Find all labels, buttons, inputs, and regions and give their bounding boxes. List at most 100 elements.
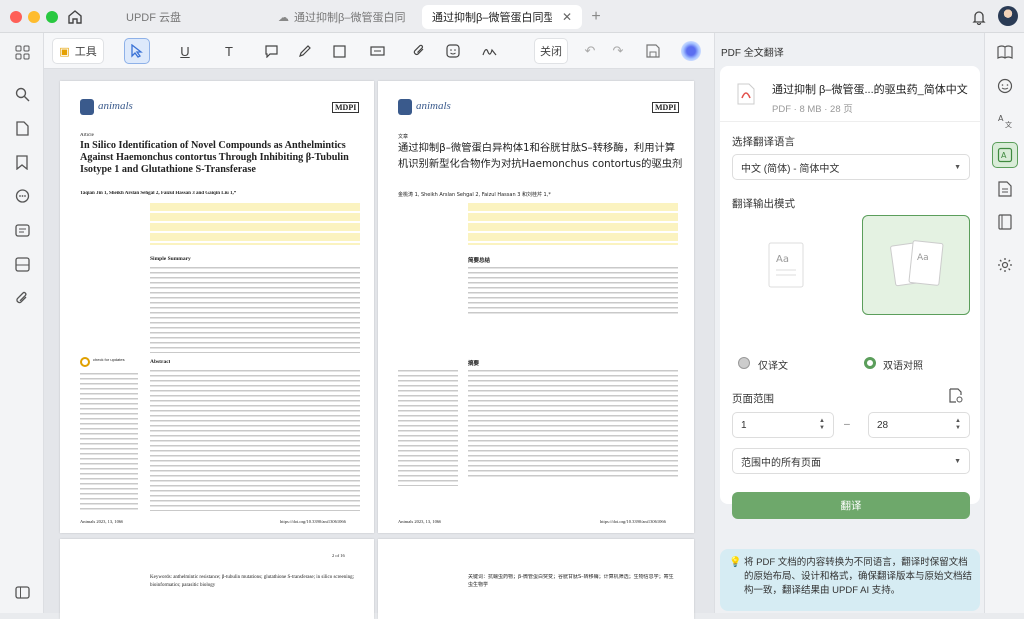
- sidebar-metadata: [398, 368, 458, 486]
- thumbnails-icon[interactable]: [12, 42, 32, 62]
- ai-assistant-button[interactable]: [678, 38, 704, 64]
- highlighter-tool-button[interactable]: [292, 38, 318, 64]
- settings-icon[interactable]: [994, 254, 1016, 276]
- minimize-window-button[interactable]: [28, 11, 40, 23]
- signature-tool-button[interactable]: [476, 38, 502, 64]
- pen-icon: [299, 45, 311, 57]
- mode-option-bilingual[interactable]: Aa: [862, 215, 970, 315]
- range-to-stepper[interactable]: 28 ▲ ▼: [868, 412, 970, 438]
- underline-tool-button[interactable]: U: [172, 38, 198, 64]
- svg-text:文: 文: [1005, 120, 1012, 128]
- cursor-icon: [131, 44, 143, 58]
- speech-bubble-icon: [264, 45, 278, 58]
- underline-icon: U: [180, 43, 190, 59]
- range-to-value: 28: [877, 419, 889, 431]
- tab-cloud[interactable]: UPDF 云盘: [116, 5, 266, 29]
- select-tool-button[interactable]: [124, 38, 150, 64]
- journal-logo-icon: [80, 99, 94, 115]
- textbox-icon: [369, 46, 385, 56]
- translate-button[interactable]: 翻译: [732, 492, 970, 519]
- notification-bell-icon[interactable]: [968, 6, 990, 28]
- publisher-logo: MDPI: [332, 102, 360, 113]
- document-viewer[interactable]: animals MDPI Article In Silico Identific…: [44, 69, 714, 619]
- home-icon[interactable]: [64, 6, 86, 28]
- translate-icon[interactable]: A: [992, 142, 1018, 168]
- new-tab-icon[interactable]: +: [586, 7, 606, 27]
- layers-icon[interactable]: [12, 254, 32, 274]
- zoom-window-button[interactable]: [46, 11, 58, 23]
- svg-text:Aa: Aa: [776, 254, 789, 265]
- journal-name: animals: [98, 100, 133, 112]
- language-value: 中文 (简体) - 简体中文: [741, 163, 840, 175]
- stepper-arrows-icon: ▲ ▼: [819, 418, 825, 431]
- undo-button[interactable]: ↶: [578, 38, 602, 64]
- radio-bilingual[interactable]: [864, 357, 876, 369]
- sidebar-metadata: [80, 371, 138, 511]
- single-document-icon: Aa: [768, 242, 804, 288]
- check-updates-label: check for updates: [93, 357, 125, 362]
- page-range-label: 页面范围: [732, 393, 774, 405]
- simple-summary-heading: Simple Summary: [150, 256, 191, 262]
- dropdown-icon: ▼: [954, 163, 961, 171]
- search-icon[interactable]: [12, 84, 32, 104]
- language-select[interactable]: 中文 (简体) - 简体中文 ▼: [732, 154, 970, 180]
- tools-button[interactable]: ▣ 工具: [52, 38, 104, 64]
- article-type: Article: [80, 133, 94, 138]
- bilingual-label: 双语对照: [883, 361, 923, 372]
- range-from-stepper[interactable]: 1 ▲ ▼: [732, 412, 834, 438]
- page-footer-right: https://doi.org/10.3390/ani13061066: [600, 519, 666, 524]
- textbox-tool-button[interactable]: [364, 38, 390, 64]
- text-icon: T: [225, 43, 233, 59]
- abstract-heading: Abstract: [150, 359, 171, 365]
- close-tab-icon[interactable]: ✕: [562, 10, 572, 24]
- svg-text:Aa: Aa: [917, 253, 929, 263]
- close-tools-button[interactable]: 关闭: [534, 38, 568, 64]
- info-text: 将 PDF 文档的内容转换为不同语言，翻译时保留文档的原始布局、设计和格式，确保…: [744, 557, 973, 596]
- mode-option-translation-only[interactable]: Aa: [736, 218, 839, 314]
- ai-chat-icon[interactable]: [994, 75, 1016, 97]
- pages-icon[interactable]: [12, 118, 32, 138]
- abstract-heading: 摘要: [468, 361, 480, 367]
- tab-document-1[interactable]: ☁ 通过抑制β–微管蛋白同: [268, 5, 418, 29]
- stamp-icon[interactable]: [12, 220, 32, 240]
- affiliations: [150, 203, 360, 245]
- left-sidebar: [0, 33, 44, 613]
- keywords: Keywords: anthelmintic resistance; β-tub…: [150, 575, 355, 588]
- book-icon[interactable]: [994, 211, 1016, 233]
- cloud-icon: ☁: [278, 11, 289, 24]
- close-window-button[interactable]: [10, 11, 22, 23]
- simple-summary-body: [150, 265, 360, 353]
- output-mode-label: 翻译输出模式: [732, 198, 795, 210]
- comments-icon[interactable]: [12, 186, 32, 206]
- dropdown-icon: ▼: [954, 457, 961, 465]
- svg-text:A: A: [1001, 151, 1007, 160]
- save-icon: [646, 44, 660, 58]
- sidebar-toggle-icon[interactable]: [12, 582, 32, 602]
- file-info: 通过抑制 β–微管蛋...的驱虫药_简体中文 PDF · 8 MB · 28 页: [720, 66, 980, 122]
- redo-button[interactable]: ↷: [606, 38, 630, 64]
- file-meta: PDF · 8 MB · 28 页: [772, 104, 853, 115]
- tab-document-2[interactable]: 通过抑制β–微管蛋白同型1和 ✕: [422, 5, 582, 29]
- pdf-file-icon: [737, 83, 755, 105]
- sticker-tool-button[interactable]: [440, 38, 466, 64]
- toolbar: ▣ 工具 U T 关闭 ↶ ↷: [44, 33, 714, 69]
- avatar[interactable]: [998, 6, 1018, 26]
- journal-name: animals: [416, 100, 451, 112]
- radio-translation-only[interactable]: [738, 357, 750, 369]
- page-range-settings-icon[interactable]: [949, 388, 963, 403]
- range-filter-select[interactable]: 范围中的所有页面 ▼: [732, 448, 970, 474]
- signature-icon: [481, 48, 496, 55]
- summarize-icon[interactable]: [994, 178, 1016, 200]
- journal-logo-icon: [398, 99, 412, 115]
- page-footer-left: Animals 2023, 13, 1066: [398, 519, 442, 524]
- attachment-icon[interactable]: [12, 288, 32, 308]
- publisher-logo: MDPI: [652, 102, 680, 113]
- save-button[interactable]: [640, 38, 666, 64]
- ocr-icon[interactable]: A文: [994, 109, 1016, 131]
- reader-icon[interactable]: [994, 41, 1016, 63]
- text-tool-button[interactable]: T: [216, 38, 242, 64]
- bookmark-icon[interactable]: [12, 152, 32, 172]
- shape-tool-button[interactable]: [326, 38, 352, 64]
- note-tool-button[interactable]: [258, 38, 284, 64]
- attach-tool-button[interactable]: [406, 38, 432, 64]
